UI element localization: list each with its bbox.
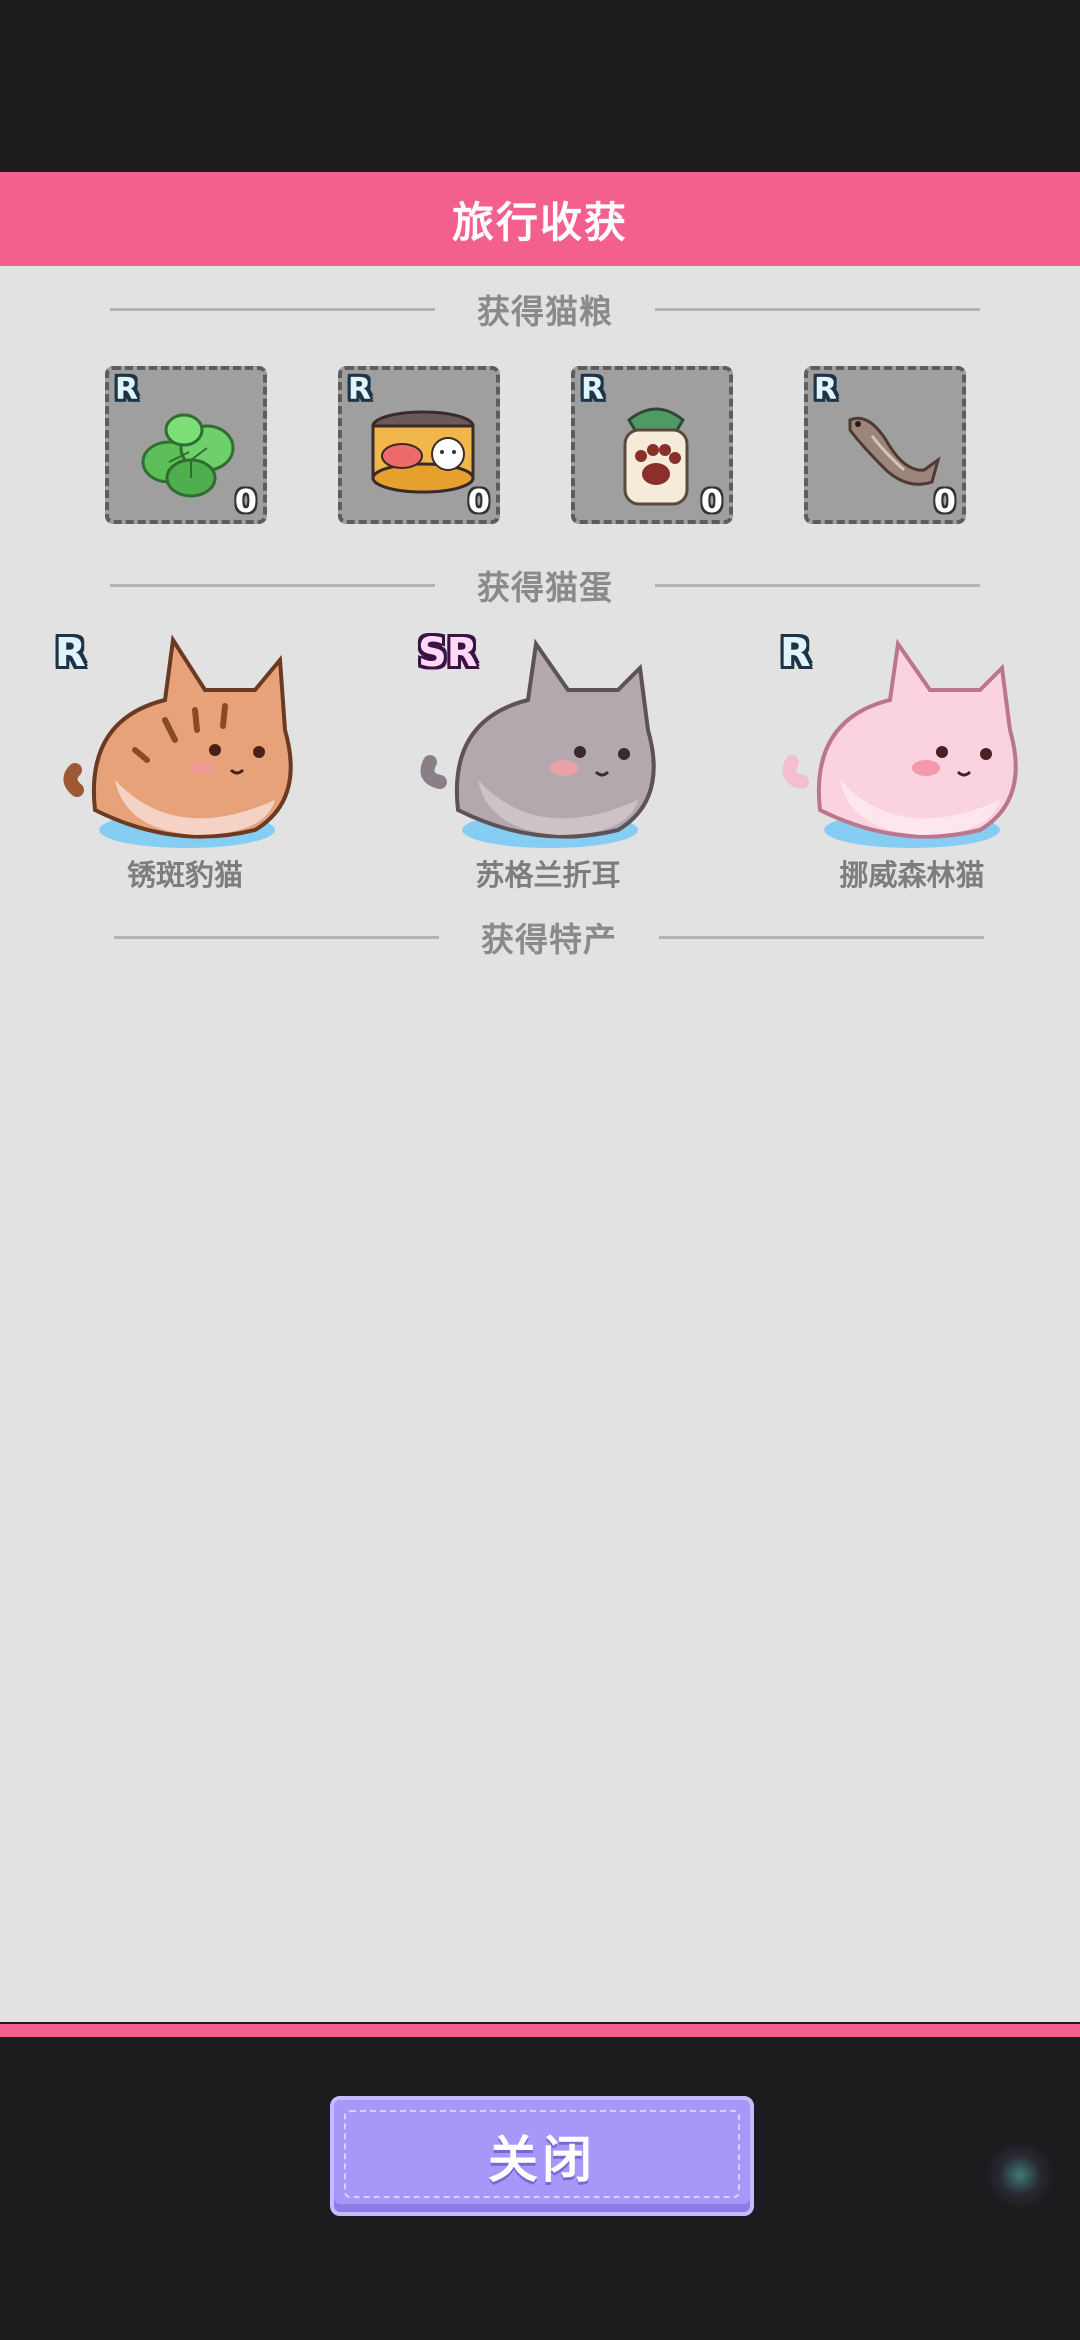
dried-fish-icon xyxy=(848,416,941,486)
divider-line xyxy=(110,583,435,587)
mint-leaves-icon xyxy=(141,413,235,498)
rarity-badge: R xyxy=(55,630,86,676)
cat-name: 挪威森林猫 xyxy=(839,858,985,892)
floating-assistant-icon[interactable] xyxy=(985,2140,1055,2210)
title-bar: 旅行收获 xyxy=(0,172,1080,266)
close-button-label: 关闭 xyxy=(488,2131,596,2189)
rarity-badge: R xyxy=(780,630,811,676)
divider-line xyxy=(655,307,980,311)
section-food-header: 获得猫粮 xyxy=(110,284,980,334)
section-eggs-label: 获得猫蛋 xyxy=(477,568,613,607)
food-item-mint[interactable]: R 0 xyxy=(105,366,267,524)
divider-line xyxy=(659,935,984,939)
food-item-canned-fish[interactable]: R 0 xyxy=(338,366,500,524)
page-title: 旅行收获 xyxy=(451,197,628,247)
item-count: 0 xyxy=(234,482,257,520)
cat-name: 苏格兰折耳 xyxy=(475,858,621,892)
food-item-dried-fish[interactable]: R 0 xyxy=(804,366,966,524)
close-button[interactable]: 关闭 xyxy=(330,2096,754,2216)
section-specialty-header: 获得特产 xyxy=(114,912,984,962)
paw-jar-icon xyxy=(623,407,689,506)
section-eggs-header: 获得猫蛋 xyxy=(110,560,980,610)
cat-norwegian-forest-icon xyxy=(782,638,1018,848)
section-specialty-label: 获得特产 xyxy=(481,920,617,959)
rarity-badge: R xyxy=(581,372,605,407)
rewards-panel xyxy=(0,266,1080,2022)
cat-name: 锈斑豹猫 xyxy=(126,858,243,892)
cat-card-scottish-fold[interactable]: SR xyxy=(418,630,678,890)
item-count: 0 xyxy=(700,482,723,520)
food-item-paw-jar[interactable]: R 0 xyxy=(571,366,733,524)
divider-line xyxy=(655,583,980,587)
cat-bengal-icon xyxy=(63,634,293,848)
cat-card-norwegian-forest[interactable]: R xyxy=(780,630,1040,890)
divider-line xyxy=(110,307,435,311)
section-food-label: 获得猫粮 xyxy=(477,292,613,331)
rarity-badge: R xyxy=(115,372,139,407)
item-count: 0 xyxy=(467,482,490,520)
item-count: 0 xyxy=(933,482,956,520)
canned-fish-icon xyxy=(371,410,475,494)
rarity-badge: SR xyxy=(418,630,478,676)
divider-line xyxy=(114,935,439,939)
panel-bottom-border xyxy=(0,2024,1080,2037)
cat-card-bengal[interactable]: R xyxy=(55,630,315,890)
rarity-badge: R xyxy=(814,372,838,407)
rarity-badge: R xyxy=(348,372,372,407)
